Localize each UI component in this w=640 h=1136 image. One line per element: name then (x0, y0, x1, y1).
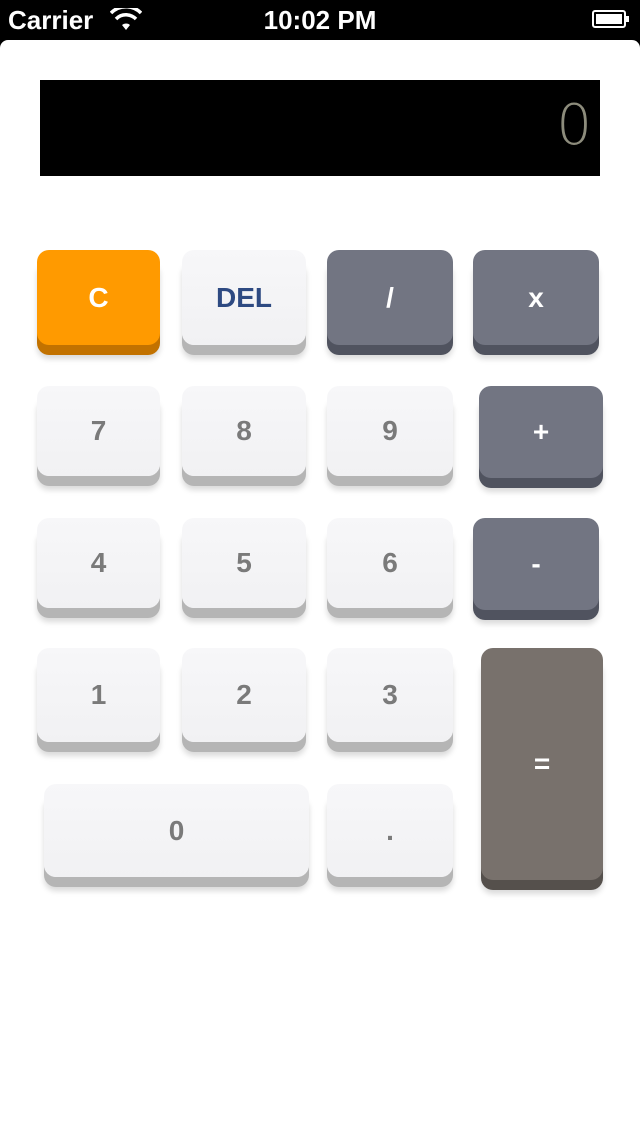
digit-7-label: 7 (90, 415, 107, 446)
equals-button[interactable]: = (481, 648, 603, 880)
divide-button-label: / (386, 281, 394, 313)
delete-button[interactable]: DEL (182, 250, 306, 345)
plus-button[interactable]: + (479, 386, 603, 478)
display-value: 0 (556, 93, 592, 158)
digit-0-button[interactable]: 0 (44, 784, 309, 877)
multiply-button-label: x (528, 281, 544, 313)
status-bar: Carrier 10:02 PM (0, 0, 640, 40)
calculator-screen: Carrier 10:02 PM 0 C DEL / x 7 8 9 + 4 5… (0, 0, 640, 1136)
digit-2-button[interactable]: 2 (182, 648, 306, 742)
plus-button-label: + (532, 416, 550, 447)
digit-6-label: 6 (382, 547, 398, 578)
result-display: 0 (40, 80, 600, 176)
digit-3-label: 3 (382, 679, 398, 710)
digit-5-button[interactable]: 5 (182, 518, 306, 608)
digit-6-button[interactable]: 6 (327, 518, 453, 608)
digit-2-label: 2 (236, 679, 252, 710)
digit-4-label: 4 (90, 547, 107, 578)
digit-7-button[interactable]: 7 (37, 386, 160, 476)
multiply-button[interactable]: x (473, 250, 599, 345)
digit-8-button[interactable]: 8 (182, 386, 306, 476)
clear-button[interactable]: C (37, 250, 160, 345)
minus-button-label: - (531, 548, 541, 579)
digit-9-button[interactable]: 9 (327, 386, 453, 476)
digit-0-label: 0 (168, 814, 185, 846)
digit-5-label: 5 (236, 547, 252, 578)
calculator-app: 0 C DEL / x 7 8 9 + 4 5 6 - 1 2 3 = 0 . (0, 40, 640, 1136)
decimal-button[interactable]: . (327, 784, 453, 877)
digit-1-button[interactable]: 1 (37, 648, 160, 742)
battery-icon (592, 10, 629, 28)
digit-3-button[interactable]: 3 (327, 648, 453, 742)
decimal-button-label: . (386, 814, 394, 846)
divide-button[interactable]: / (327, 250, 453, 345)
digit-8-label: 8 (236, 415, 252, 446)
status-time: 10:02 PM (263, 5, 377, 35)
minus-button[interactable]: - (473, 518, 599, 610)
delete-button-label: DEL (216, 281, 272, 313)
digit-1-label: 1 (90, 679, 107, 710)
digit-4-button[interactable]: 4 (37, 518, 160, 608)
digit-9-label: 9 (382, 415, 398, 446)
equals-button-label: = (533, 748, 551, 779)
clear-button-label: C (88, 281, 109, 313)
